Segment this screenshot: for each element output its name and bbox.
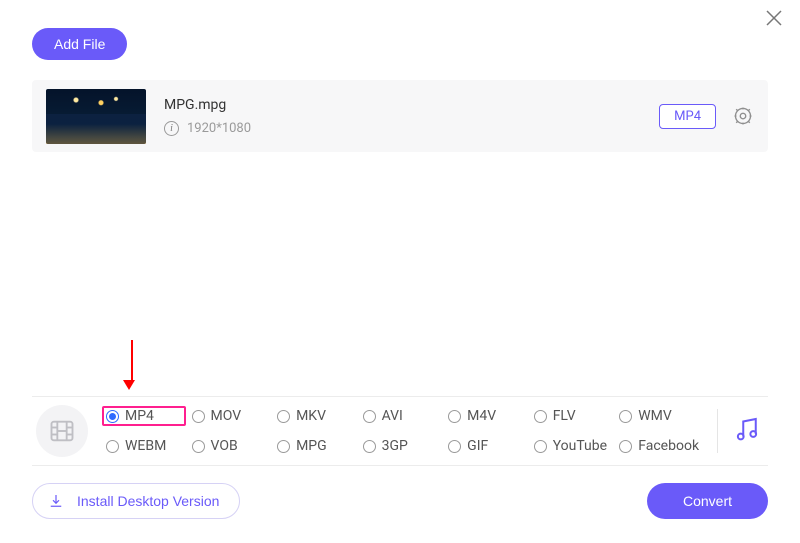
format-option-facebook[interactable]: Facebook [615, 436, 703, 456]
target-format-badge[interactable]: MP4 [659, 104, 716, 129]
radio-icon [448, 440, 461, 453]
format-option-mkv[interactable]: MKV [273, 406, 357, 426]
music-icon [732, 414, 762, 444]
radio-icon [277, 440, 290, 453]
format-option-wmv[interactable]: WMV [615, 406, 703, 426]
format-option-label: AVI [382, 408, 403, 424]
format-option-mov[interactable]: MOV [188, 406, 272, 426]
radio-icon [534, 410, 547, 423]
format-option-mp4[interactable]: MP4 [102, 406, 186, 426]
format-option-youtube[interactable]: YouTube [530, 436, 614, 456]
close-icon [764, 8, 784, 28]
file-name: MPG.mpg [164, 97, 659, 113]
radio-icon [192, 410, 205, 423]
radio-icon [619, 410, 632, 423]
download-icon [47, 492, 65, 510]
format-option-label: MP4 [125, 408, 154, 424]
file-card: MPG.mpg i 1920*1080 MP4 [32, 80, 768, 152]
video-thumbnail [46, 89, 146, 144]
format-option-mpg[interactable]: MPG [273, 436, 357, 456]
format-option-flv[interactable]: FLV [530, 406, 614, 426]
annotation-arrow [128, 340, 135, 390]
video-category-button[interactable] [36, 405, 88, 457]
format-option-label: Facebook [638, 438, 699, 454]
install-desktop-label: Install Desktop Version [77, 493, 219, 509]
film-icon [48, 417, 76, 445]
radio-icon [363, 440, 376, 453]
format-option-label: GIF [467, 438, 488, 454]
file-dimensions-row: i 1920*1080 [164, 121, 659, 136]
format-option-label: M4V [467, 408, 496, 424]
format-option-gif[interactable]: GIF [444, 436, 528, 456]
format-option-label: MOV [211, 408, 242, 424]
install-desktop-button[interactable]: Install Desktop Version [32, 483, 240, 519]
format-panel: MP4 MOV MKV AVI M4V FLV WMV WEBM VOB MPG 3GP GIF You… [32, 396, 768, 466]
format-option-vob[interactable]: VOB [188, 436, 272, 456]
divider [717, 409, 718, 453]
format-option-label: VOB [211, 438, 238, 454]
radio-icon [619, 440, 632, 453]
format-option-label: MKV [296, 408, 326, 424]
audio-category-button[interactable] [732, 414, 762, 448]
format-option-3gp[interactable]: 3GP [359, 436, 443, 456]
add-file-button[interactable]: Add File [32, 28, 127, 60]
format-grid: MP4 MOV MKV AVI M4V FLV WMV WEBM VOB MPG 3GP GIF You… [102, 406, 703, 456]
format-option-label: 3GP [382, 438, 408, 454]
radio-icon [106, 440, 119, 453]
format-option-label: WEBM [125, 438, 166, 454]
radio-icon [448, 410, 461, 423]
radio-icon [192, 440, 205, 453]
info-icon: i [164, 121, 179, 136]
file-meta: MPG.mpg i 1920*1080 [164, 97, 659, 136]
format-option-webm[interactable]: WEBM [102, 436, 186, 456]
format-option-label: WMV [638, 408, 672, 424]
close-button[interactable] [764, 8, 784, 28]
format-option-avi[interactable]: AVI [359, 406, 443, 426]
radio-icon [106, 410, 119, 423]
format-option-label: YouTube [553, 438, 607, 454]
radio-icon [363, 410, 376, 423]
format-option-m4v[interactable]: M4V [444, 406, 528, 426]
format-option-label: FLV [553, 408, 576, 424]
settings-button[interactable] [732, 105, 754, 127]
convert-button[interactable]: Convert [647, 483, 768, 519]
file-dimensions: 1920*1080 [187, 121, 251, 136]
format-option-label: MPG [296, 438, 327, 454]
radio-icon [277, 410, 290, 423]
radio-icon [534, 440, 547, 453]
gear-icon [732, 105, 754, 127]
